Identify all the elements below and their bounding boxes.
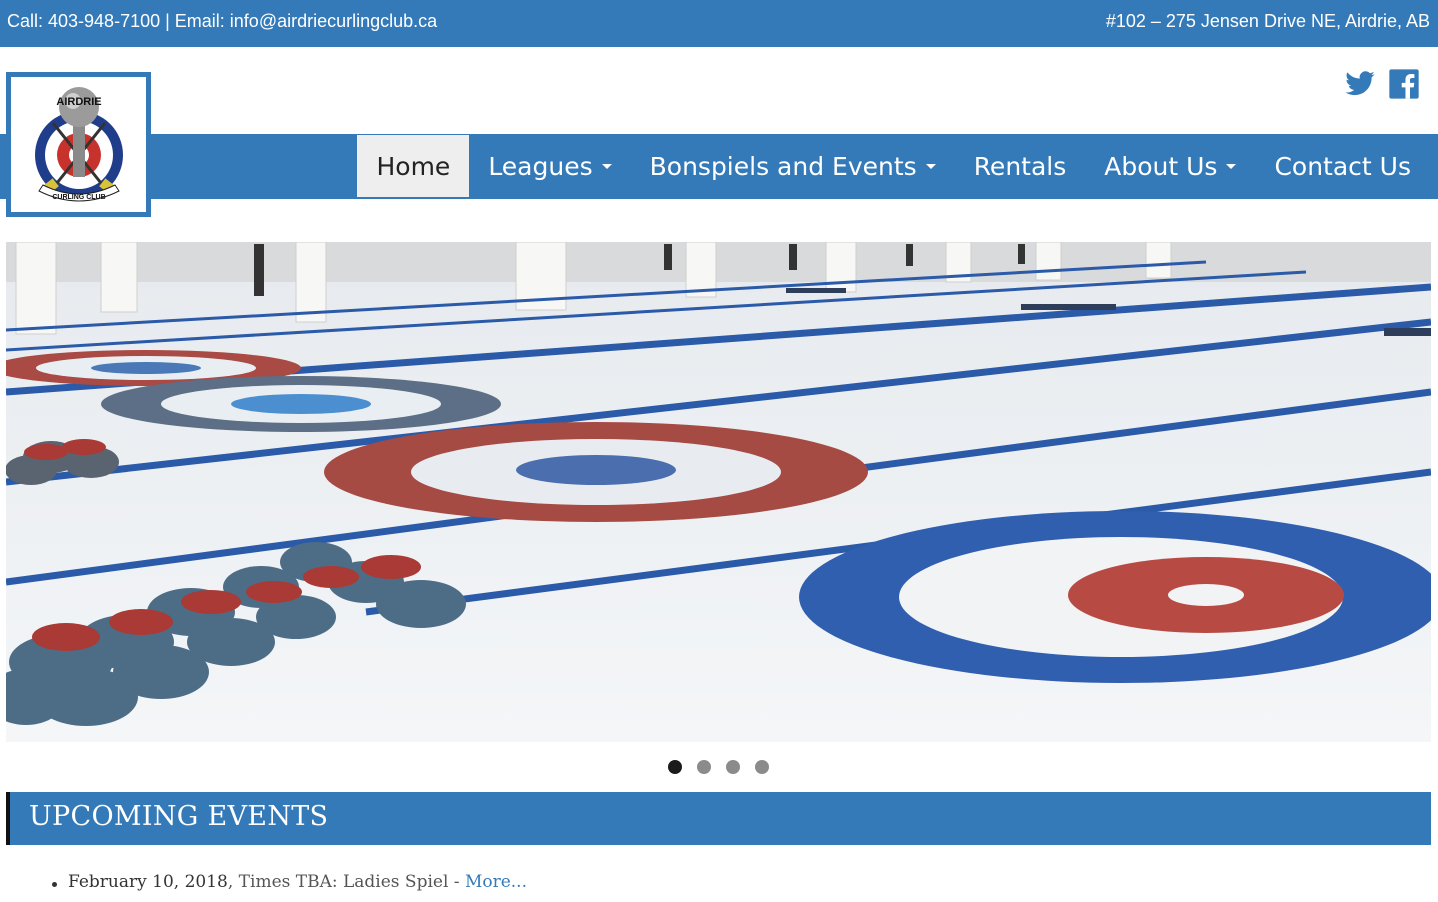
nav-item-label: Contact Us	[1274, 151, 1411, 181]
social-links	[1344, 68, 1420, 100]
events-section-header: UPCOMING EVENTS	[6, 792, 1431, 845]
curling-rink-photo	[6, 242, 1431, 742]
slider-dot[interactable]	[755, 760, 769, 774]
event-date: February 10, 2018	[68, 872, 228, 892]
logo-emblem: AIRDRIE CURLING CLUB	[35, 87, 123, 202]
nav-item-label: Rentals	[973, 151, 1067, 181]
nav-item-leagues[interactable]: Leagues	[469, 135, 630, 197]
slider-dot[interactable]	[726, 760, 740, 774]
slider-pagination	[668, 760, 769, 774]
caret-down-icon	[925, 163, 936, 169]
nav-menu: Home Leagues Bonspiels and Events Rentals Ab…	[357, 135, 1430, 197]
nav-item-label: About Us	[1104, 151, 1218, 181]
main-navbar: Home Leagues Bonspiels and Events Rentals Ab…	[0, 134, 1438, 199]
facebook-icon[interactable]	[1388, 68, 1420, 100]
event-description: , Times TBA: Ladies Spiel -	[227, 872, 465, 892]
events-heading: UPCOMING EVENTS	[29, 801, 329, 832]
logo-bottom-text: CURLING CLUB	[52, 194, 105, 201]
nav-item-contact-us[interactable]: Contact Us	[1255, 135, 1430, 197]
contact-info[interactable]: Call: 403-948-7100 | Email: info@airdrie…	[7, 11, 437, 32]
nav-item-home[interactable]: Home	[357, 135, 470, 197]
events-list: February 10, 2018, Times TBA: Ladies Spi…	[50, 872, 527, 892]
hero-slider[interactable]	[6, 242, 1431, 742]
club-address: #102 – 275 Jensen Drive NE, Airdrie, AB	[1105, 11, 1430, 31]
club-logo[interactable]: AIRDRIE CURLING CLUB	[6, 72, 151, 217]
nav-item-label: Leagues	[488, 151, 593, 181]
top-contact-bar: Call: 403-948-7100 | Email: info@airdrie…	[0, 0, 1438, 47]
event-more-link[interactable]: More...	[465, 872, 527, 892]
logo-top-text: AIRDRIE	[56, 96, 101, 108]
slider-dot[interactable]	[697, 760, 711, 774]
nav-item-about-us[interactable]: About Us	[1085, 135, 1255, 197]
twitter-icon[interactable]	[1344, 68, 1376, 100]
nav-item-bonspiels-and-events[interactable]: Bonspiels and Events	[631, 135, 955, 197]
nav-item-label: Bonspiels and Events	[649, 151, 917, 181]
nav-item-label: Home	[376, 151, 451, 181]
event-item: February 10, 2018, Times TBA: Ladies Spi…	[50, 872, 527, 892]
caret-down-icon	[1226, 163, 1237, 169]
slider-dot[interactable]	[668, 760, 682, 774]
caret-down-icon	[601, 163, 612, 169]
nav-item-rentals[interactable]: Rentals	[955, 135, 1086, 197]
